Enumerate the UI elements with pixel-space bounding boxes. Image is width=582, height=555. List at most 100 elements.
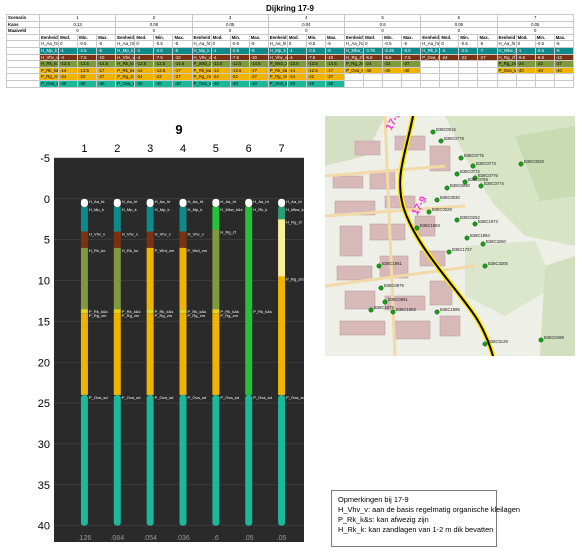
boring-point-marker[interactable] — [426, 209, 432, 215]
boring-point-marker[interactable] — [434, 309, 440, 315]
cell — [477, 73, 498, 81]
cell — [439, 60, 460, 68]
cell: -0.5 — [229, 40, 250, 48]
cell: -5.5 — [401, 46, 422, 55]
cell: -5.5 — [382, 53, 403, 62]
boring-point-marker[interactable] — [434, 197, 440, 203]
boring-point-marker[interactable] — [376, 263, 382, 269]
cell: -40 — [534, 66, 555, 75]
boring-point-marker[interactable] — [470, 163, 476, 169]
cell: 6 — [420, 14, 498, 22]
layer-label: H_Vhv_v — [122, 232, 138, 237]
cell: H_Aa_ht — [267, 40, 288, 48]
category-label: 5 — [213, 143, 219, 155]
boring-point-marker[interactable] — [518, 161, 524, 167]
cell: H_Rg_zf — [496, 53, 517, 62]
cell: -24 — [210, 73, 231, 81]
boring-point-marker[interactable] — [382, 299, 388, 305]
layer-bar — [146, 198, 154, 208]
profile-chart-svg: 9-505101520253035401.126H_Aa_htH_Mp_kH_V… — [26, 118, 309, 547]
cell: -40 — [363, 66, 384, 75]
boring-point-marker[interactable] — [390, 309, 396, 315]
boring-point-marker[interactable] — [454, 171, 460, 177]
cell: -12 — [553, 53, 575, 62]
cell: H_Mkw_k&z — [343, 46, 365, 55]
boring-point-marker[interactable] — [472, 221, 478, 227]
cell: P_Ova_sd — [343, 66, 365, 75]
column-header: Mod. — [363, 33, 384, 42]
layer-label: H_Aa_ht — [220, 199, 236, 204]
layer-label: P_Ova_sd — [122, 395, 141, 400]
cell: -12.5 — [305, 66, 326, 75]
boring-point-marker[interactable] — [480, 241, 486, 247]
category-label: 2 — [114, 143, 120, 155]
cell: H_Rk_k — [420, 46, 441, 55]
category-label: 6 — [246, 143, 252, 155]
layer-bar — [80, 247, 88, 310]
cell: -27 — [553, 60, 575, 68]
cell — [401, 79, 422, 88]
cell: -5 — [553, 46, 575, 55]
cell: -10 — [96, 53, 117, 62]
table-row: H_Aa_ht 0 -0.5 -5 H_Aa_ht 0 -0.5 -5 H_Aa_ht 0 -0.5… — [6, 40, 575, 48]
boring-point-marker[interactable] — [482, 263, 488, 269]
cell — [439, 73, 460, 81]
cell: -5 — [172, 46, 193, 55]
cell: -5 — [477, 40, 498, 48]
category-label: 7 — [279, 143, 285, 155]
layer-label: P_Rk_k&s — [253, 309, 272, 314]
column-header: Mod. — [286, 33, 307, 42]
layer-bar — [212, 207, 220, 230]
cell: P_Ova_sd — [38, 79, 60, 88]
boring-point-label: B38C0775 — [464, 153, 484, 158]
cell: -40 — [382, 66, 403, 75]
layer-bar — [278, 276, 286, 395]
cell — [477, 60, 498, 68]
cell: -7 — [477, 46, 498, 55]
boring-point-marker[interactable] — [444, 185, 450, 191]
layer-label: H_Mp_k — [188, 207, 203, 212]
boring-point-marker[interactable] — [446, 249, 452, 255]
boring-point-marker[interactable] — [438, 138, 444, 144]
row-label — [6, 40, 40, 48]
boring-point-marker[interactable] — [458, 155, 464, 161]
boring-point-marker[interactable] — [368, 307, 374, 313]
cell: 0 — [134, 40, 155, 48]
boring-point-marker[interactable] — [454, 217, 460, 223]
cell: -22 — [305, 73, 326, 81]
cell: H_Aa_ht — [191, 40, 212, 48]
cell: P_Ova_sd — [191, 79, 212, 88]
cell: -12.5 — [77, 66, 98, 75]
boring-point-marker[interactable] — [430, 129, 436, 135]
probability-label: .6 — [213, 535, 219, 542]
cell: 0 — [191, 27, 269, 35]
cell — [458, 73, 479, 81]
layer-label: P_Wrd_zm — [155, 248, 175, 253]
cell: -14 — [134, 66, 155, 75]
layer-bar — [113, 313, 121, 395]
cell: 0.04 — [267, 20, 346, 29]
boring-point-marker[interactable] — [538, 337, 544, 343]
layer-bar — [80, 207, 88, 232]
boring-point-marker[interactable] — [414, 225, 420, 231]
boring-point-marker[interactable] — [464, 235, 470, 241]
cell: -5 — [553, 40, 575, 48]
cell: H_Mp_k — [115, 46, 136, 55]
cell: 0 — [343, 27, 422, 35]
cell: -4 — [286, 53, 307, 62]
cell: H_Aa_ht — [420, 40, 441, 48]
cell: 0 — [515, 40, 536, 48]
cell — [420, 60, 441, 68]
boring-point-marker[interactable] — [378, 285, 384, 291]
column-header: Eenheid — [267, 33, 288, 42]
layer-label: P_Rg_zm — [188, 313, 206, 318]
layer-bar — [179, 309, 187, 314]
boring-point-label: B38C0979 — [384, 283, 404, 288]
cell: -40 — [305, 79, 326, 88]
boring-point-marker[interactable] — [482, 341, 488, 347]
layer-label: P_Rg_zm — [155, 313, 173, 318]
cell: 0.08 — [115, 20, 193, 29]
column-header: Mod. — [515, 33, 536, 42]
cell: -40 — [172, 79, 193, 88]
boring-point-marker[interactable] — [478, 183, 484, 189]
